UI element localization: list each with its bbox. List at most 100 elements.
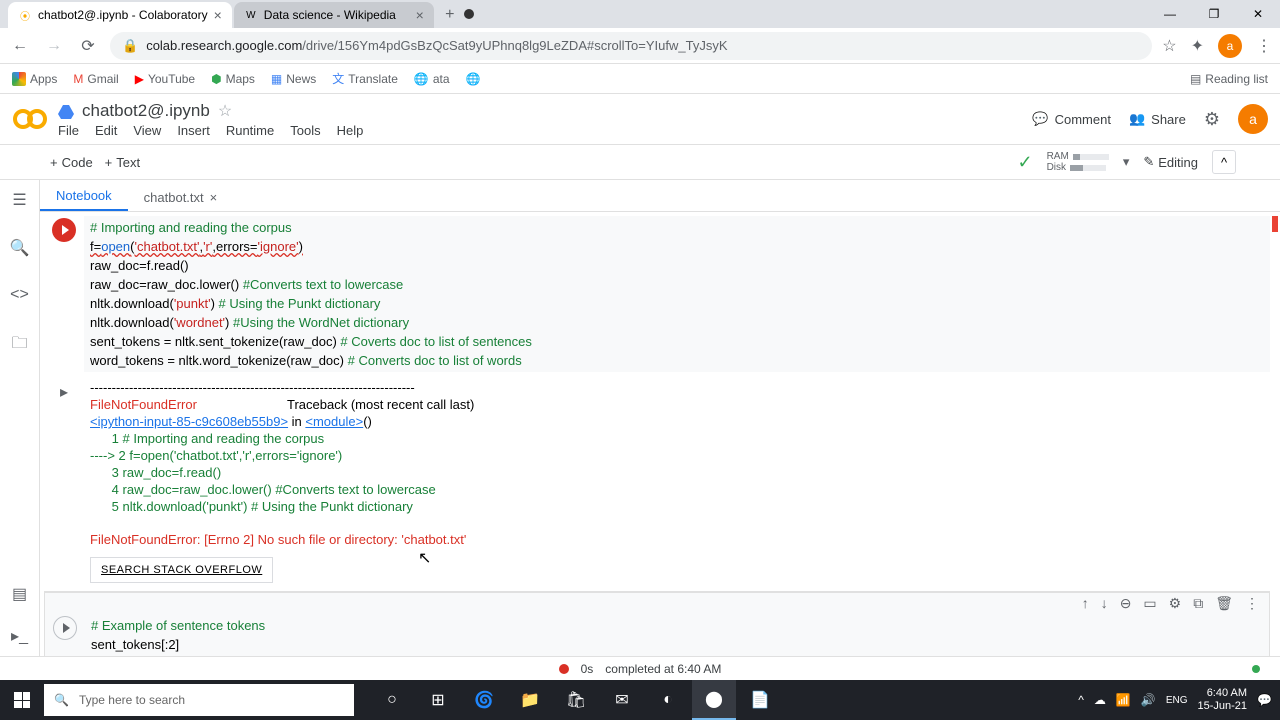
menu-file[interactable]: File <box>58 123 79 138</box>
menu-runtime[interactable]: Runtime <box>226 123 274 138</box>
menu-icon[interactable]: ⋮ <box>1256 36 1272 56</box>
minimize-button[interactable]: — <box>1148 0 1192 28</box>
task-view-icon[interactable]: ⊞ <box>416 680 460 720</box>
star-icon[interactable]: ☆ <box>1162 36 1176 56</box>
run-button[interactable] <box>53 616 77 640</box>
error-output[interactable]: ----------------------------------------… <box>84 378 1270 585</box>
code-editor[interactable]: # Example of sentence tokens sent_tokens… <box>85 614 1269 656</box>
dropdown-icon[interactable]: ▾ <box>1123 154 1130 170</box>
menu-help[interactable]: Help <box>337 123 364 138</box>
mirror-icon[interactable]: ⧉ <box>1193 595 1203 612</box>
pencil-icon: ✎ <box>1143 154 1154 170</box>
close-icon[interactable]: × <box>210 190 218 205</box>
search-icon[interactable]: 🔍 <box>10 238 30 258</box>
close-window-button[interactable]: ✕ <box>1236 0 1280 28</box>
settings-icon[interactable]: ⚙ <box>1204 109 1220 130</box>
variables-icon[interactable]: ▤ <box>12 584 27 604</box>
status-bar: 0s completed at 6:40 AM <box>0 656 1280 680</box>
back-button[interactable]: ← <box>8 34 32 58</box>
apps-shortcut[interactable]: Apps <box>12 72 57 86</box>
code-editor[interactable]: # Importing and reading the corpus f=ope… <box>84 216 1270 372</box>
menu-insert[interactable]: Insert <box>177 123 210 138</box>
extensions-icon[interactable]: ✦ <box>1191 36 1204 56</box>
run-button-error[interactable] <box>52 218 76 242</box>
maximize-button[interactable]: ❐ <box>1192 0 1236 28</box>
settings-cell-icon[interactable]: ⚙ <box>1169 595 1182 612</box>
browser-tab-wikipedia[interactable]: W Data science - Wikipedia × <box>234 2 434 28</box>
comment-icon: 💬 <box>1032 111 1048 127</box>
url-input[interactable]: 🔒 colab.research.google.com/drive/156Ym4… <box>110 32 1152 60</box>
comment-cell-icon[interactable]: ▭ <box>1143 595 1156 612</box>
browser-tab-colab[interactable]: ⦿ chatbot2@.ipynb - Colaboratory × <box>8 2 232 28</box>
reading-list-button[interactable]: ▤Reading list <box>1190 72 1268 86</box>
collapse-button[interactable]: ^ <box>1212 150 1236 174</box>
url-host: colab.research.google.com <box>146 38 302 53</box>
bookmark-translate[interactable]: 文Translate <box>332 70 398 87</box>
play-icon <box>62 225 69 235</box>
snippets-icon[interactable]: <> <box>10 286 29 304</box>
wifi-icon[interactable]: 📶 <box>1116 693 1131 707</box>
bookmark-ata[interactable]: 🌐ata <box>414 72 450 86</box>
menu-edit[interactable]: Edit <box>95 123 117 138</box>
clock[interactable]: 6:40 AM 15-Jun-21 <box>1198 687 1248 713</box>
cortana-icon[interactable]: ○ <box>370 680 414 720</box>
bookmark-youtube[interactable]: ▶YouTube <box>135 72 195 86</box>
play-icon <box>63 623 70 633</box>
store-icon[interactable]: 🛍 <box>554 680 598 720</box>
notifications-icon[interactable]: 💬 <box>1257 693 1272 707</box>
reload-button[interactable]: ⟳ <box>76 34 100 58</box>
add-text-button[interactable]: + Text <box>105 155 140 170</box>
bookmark-news[interactable]: ▦News <box>271 72 316 86</box>
scroll-indicator <box>1272 216 1278 232</box>
search-stackoverflow-button[interactable]: SEARCH STACK OVERFLOW <box>90 557 273 583</box>
language-indicator[interactable]: ENG <box>1166 695 1188 706</box>
profile-avatar[interactable]: a <box>1218 34 1242 58</box>
menu-tools[interactable]: Tools <box>290 123 320 138</box>
url-path: /drive/156Ym4pdGsBzQcSat9yUPhnq8lg9LeZDA… <box>302 38 727 53</box>
explorer-icon[interactable]: 📁 <box>508 680 552 720</box>
close-icon[interactable]: × <box>416 7 424 23</box>
output-icon[interactable]: ▸ <box>60 382 68 585</box>
share-button[interactable]: 👥Share <box>1129 111 1186 127</box>
browser-tab-strip: ⦿ chatbot2@.ipynb - Colaboratory × W Dat… <box>0 0 1280 28</box>
cells-container[interactable]: # Importing and reading the corpus f=ope… <box>40 212 1280 656</box>
toc-icon[interactable]: ☰ <box>12 190 26 210</box>
add-code-button[interactable]: + Code <box>50 155 93 170</box>
editing-mode-button[interactable]: ✎Editing <box>1143 154 1198 170</box>
tab-notebook[interactable]: Notebook <box>40 182 128 211</box>
comment-button[interactable]: 💬Comment <box>1032 111 1111 127</box>
close-icon[interactable]: × <box>214 7 222 23</box>
new-tab-button[interactable]: + <box>436 2 464 28</box>
start-button[interactable] <box>0 680 44 720</box>
forward-button[interactable]: → <box>42 34 66 58</box>
error-status-icon <box>559 664 569 674</box>
tray-expand-icon[interactable]: ^ <box>1078 693 1084 707</box>
move-down-icon[interactable]: ↓ <box>1101 595 1108 612</box>
edge-icon[interactable]: 🌀 <box>462 680 506 720</box>
more-icon[interactable]: ⋮ <box>1245 595 1259 612</box>
terminal-icon[interactable]: ▸_ <box>11 626 28 646</box>
bookmark-maps[interactable]: ⬢Maps <box>211 72 255 86</box>
tab-chatbot-txt[interactable]: chatbot.txt× <box>128 184 234 211</box>
bookmark-unnamed[interactable]: 🌐 <box>466 72 481 86</box>
user-avatar[interactable]: a <box>1238 104 1268 134</box>
files-icon[interactable]: 🗀 <box>11 332 27 359</box>
menu-bar: File Edit View Insert Runtime Tools Help <box>58 121 1022 138</box>
notepad-icon[interactable]: 📄 <box>738 680 782 720</box>
menu-view[interactable]: View <box>133 123 161 138</box>
app-icon[interactable]: ◐ <box>646 680 690 720</box>
resource-meter[interactable]: RAM Disk <box>1047 151 1109 173</box>
delete-icon[interactable]: 🗑 <box>1215 595 1233 612</box>
notebook-title[interactable]: chatbot2@.ipynb <box>82 101 210 121</box>
windows-search-input[interactable]: 🔍Type here to search <box>44 684 354 716</box>
star-icon[interactable]: ☆ <box>218 101 232 121</box>
bookmark-gmail[interactable]: MGmail <box>73 72 118 86</box>
volume-icon[interactable]: 🔊 <box>1141 693 1156 707</box>
onedrive-icon[interactable]: ☁ <box>1094 693 1106 707</box>
move-up-icon[interactable]: ↑ <box>1082 595 1089 612</box>
mail-icon[interactable]: ✉ <box>600 680 644 720</box>
chrome-icon[interactable]: ⬤ <box>692 680 736 720</box>
code-cell-2[interactable]: ↑ ↓ ⊖ ▭ ⚙ ⧉ 🗑 ⋮ # Example of sentence to… <box>44 591 1270 656</box>
link-icon[interactable]: ⊖ <box>1120 595 1132 612</box>
code-cell-1[interactable]: # Importing and reading the corpus f=ope… <box>44 216 1270 372</box>
